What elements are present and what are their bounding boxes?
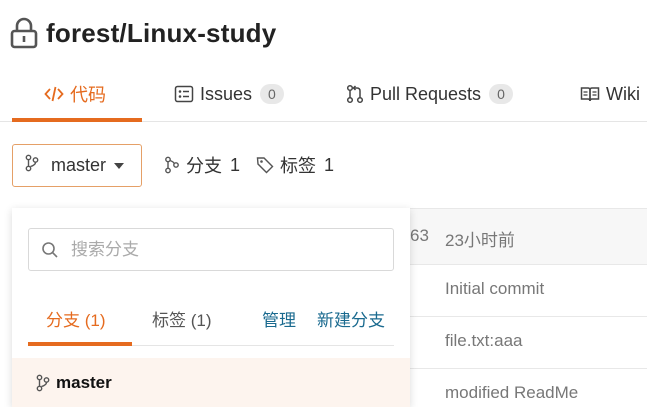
- branches-count: 1: [230, 154, 241, 175]
- search-icon: [41, 241, 59, 259]
- branch-dropdown: 分支 (1) 标签 (1) 管理 新建分支 master: [12, 208, 410, 407]
- tab-code[interactable]: 代码: [44, 66, 106, 122]
- pull-requests-count-badge: 0: [489, 84, 513, 104]
- tab-issues-label: Issues: [200, 83, 253, 104]
- chevron-down-icon: [114, 162, 125, 169]
- branch-icon: [36, 374, 50, 392]
- branch-list-item[interactable]: master: [12, 358, 410, 407]
- commit-list: 63 23小时前 Initial commit file.txt:aaa mod…: [410, 208, 647, 407]
- branches-icon: [164, 156, 180, 174]
- branch-search-box: [28, 228, 394, 271]
- tag-icon: [256, 156, 274, 174]
- list-item[interactable]: Initial commit: [410, 264, 647, 316]
- tab-tags[interactable]: 标签 (1): [152, 306, 212, 331]
- issues-count-badge: 0: [260, 84, 284, 104]
- tab-issues[interactable]: Issues 0: [174, 66, 284, 122]
- branch-selector-button[interactable]: master: [12, 144, 142, 187]
- list-item[interactable]: file.txt:aaa: [410, 316, 647, 368]
- tab-pull-requests-label: Pull Requests: [370, 83, 482, 104]
- current-branch-label: master: [51, 155, 107, 175]
- code-icon: [44, 85, 64, 103]
- commit-message[interactable]: modified ReadMe: [445, 383, 578, 403]
- book-icon: [580, 85, 600, 103]
- commit-time: 23小时前: [445, 231, 515, 250]
- repo-page: forest/Linux-study 代码 Issues 0 Pull Requ…: [0, 0, 647, 407]
- active-dropdown-tab-indicator: [28, 342, 132, 346]
- repo-tabs: 代码 Issues 0 Pull Requests 0 Wiki: [0, 66, 647, 122]
- lock-icon: [10, 17, 38, 49]
- commit-hash[interactable]: 63: [410, 226, 429, 246]
- branch-name: master: [56, 372, 112, 392]
- branches-link[interactable]: 分支 1: [164, 152, 240, 178]
- pull-request-icon: [346, 84, 364, 104]
- branch-search-input[interactable]: [71, 239, 371, 260]
- repo-header: forest/Linux-study: [10, 16, 276, 50]
- branch-icon: [25, 154, 39, 177]
- branches-label: 分支: [186, 156, 222, 176]
- dropdown-tabs: 分支 (1) 标签 (1) 管理 新建分支: [28, 304, 394, 346]
- commit-list-header: 63 23小时前: [410, 208, 647, 264]
- tab-wiki-label: Wiki: [606, 83, 640, 104]
- active-tab-indicator: [12, 118, 142, 122]
- tab-code-label: 代码: [70, 85, 106, 105]
- commit-message[interactable]: file.txt:aaa: [445, 331, 523, 351]
- commit-message[interactable]: Initial commit: [445, 279, 544, 299]
- tags-count: 1: [324, 154, 335, 175]
- manage-link[interactable]: 管理: [262, 306, 296, 331]
- issues-icon: [174, 85, 194, 103]
- tab-branches[interactable]: 分支 (1): [46, 306, 106, 331]
- tab-pull-requests[interactable]: Pull Requests 0: [346, 66, 513, 122]
- new-branch-link[interactable]: 新建分支: [317, 306, 385, 331]
- list-item[interactable]: modified ReadMe: [410, 368, 647, 407]
- tags-label: 标签: [280, 156, 316, 176]
- tags-link[interactable]: 标签 1: [256, 152, 334, 178]
- repo-title[interactable]: forest/Linux-study: [46, 18, 276, 49]
- tab-wiki[interactable]: Wiki: [580, 66, 640, 122]
